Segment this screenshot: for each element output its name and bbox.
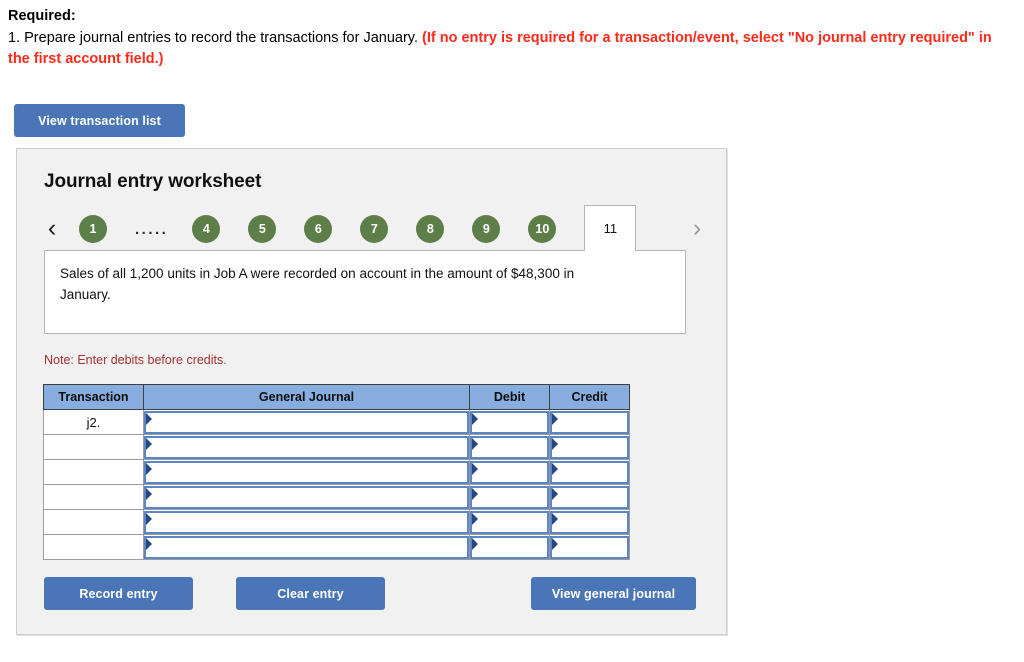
transaction-label: j2. bbox=[43, 409, 144, 435]
general-journal-input[interactable] bbox=[143, 409, 470, 435]
general-journal-input[interactable] bbox=[143, 509, 470, 535]
account-dropdown-field[interactable] bbox=[144, 435, 469, 459]
credit-amount-field[interactable] bbox=[550, 435, 629, 459]
credit-input[interactable] bbox=[549, 434, 630, 460]
credit-input[interactable] bbox=[549, 534, 630, 560]
worksheet-pagination: ‹ 1 ..... 4 5 6 7 8 9 10 11 › bbox=[39, 205, 711, 251]
credit-input[interactable] bbox=[549, 484, 630, 510]
general-journal-input[interactable] bbox=[143, 459, 470, 485]
transaction-label bbox=[43, 459, 144, 485]
journal-entry-table: Transaction General Journal Debit Credit… bbox=[43, 384, 630, 560]
pagination-page-5[interactable]: 5 bbox=[248, 215, 277, 243]
chevron-right-icon[interactable]: › bbox=[684, 213, 710, 243]
debit-input[interactable] bbox=[469, 484, 550, 510]
account-dropdown-field[interactable] bbox=[144, 485, 469, 509]
credit-amount-field[interactable] bbox=[550, 485, 629, 509]
table-row bbox=[43, 534, 630, 560]
debit-amount-field[interactable] bbox=[470, 435, 549, 459]
debit-amount-field[interactable] bbox=[470, 535, 549, 559]
debit-input[interactable] bbox=[469, 509, 550, 535]
table-row bbox=[43, 459, 630, 485]
transaction-description-text: Sales of all 1,200 units in Job A were r… bbox=[60, 266, 575, 302]
column-header-general-journal: General Journal bbox=[143, 384, 470, 410]
account-dropdown-field[interactable] bbox=[144, 535, 469, 559]
debit-amount-field[interactable] bbox=[470, 410, 549, 434]
required-item-text: Prepare journal entries to record the tr… bbox=[24, 30, 418, 46]
pagination-page-8[interactable]: 8 bbox=[416, 215, 445, 243]
general-journal-input[interactable] bbox=[143, 484, 470, 510]
required-item: 1. Prepare journal entries to record the… bbox=[8, 28, 1008, 70]
debits-before-credits-note: Note: Enter debits before credits. bbox=[44, 353, 227, 367]
credit-input[interactable] bbox=[549, 509, 630, 535]
journal-entry-worksheet-panel: Journal entry worksheet ‹ 1 ..... 4 5 6 … bbox=[16, 148, 727, 635]
debit-input[interactable] bbox=[469, 459, 550, 485]
pagination-page-6[interactable]: 6 bbox=[304, 215, 333, 243]
transaction-label bbox=[43, 509, 144, 535]
debit-amount-field[interactable] bbox=[470, 485, 549, 509]
record-entry-button[interactable]: Record entry bbox=[44, 577, 193, 610]
pagination-page-1[interactable]: 1 bbox=[79, 215, 107, 243]
account-dropdown-field[interactable] bbox=[144, 410, 469, 434]
clear-entry-button[interactable]: Clear entry bbox=[236, 577, 385, 610]
general-journal-input[interactable] bbox=[143, 534, 470, 560]
pagination-ellipsis: ..... bbox=[135, 220, 169, 238]
credit-amount-field[interactable] bbox=[550, 510, 629, 534]
transaction-label bbox=[43, 434, 144, 460]
view-general-journal-button[interactable]: View general journal bbox=[531, 577, 696, 610]
page-root: Required: 1. Prepare journal entries to … bbox=[0, 0, 1024, 662]
chevron-left-icon[interactable]: ‹ bbox=[39, 213, 65, 243]
table-row bbox=[43, 484, 630, 510]
debit-input[interactable] bbox=[469, 409, 550, 435]
credit-amount-field[interactable] bbox=[550, 460, 629, 484]
table-row: j2. bbox=[43, 409, 630, 435]
transaction-label bbox=[43, 534, 144, 560]
transaction-label bbox=[43, 484, 144, 510]
debit-amount-field[interactable] bbox=[470, 510, 549, 534]
transaction-description-box: Sales of all 1,200 units in Job A were r… bbox=[44, 250, 686, 334]
view-transaction-list-button[interactable]: View transaction list bbox=[14, 104, 185, 137]
required-heading: Required: bbox=[8, 8, 76, 24]
debit-input[interactable] bbox=[469, 434, 550, 460]
table-header-row: Transaction General Journal Debit Credit bbox=[43, 384, 630, 410]
debit-amount-field[interactable] bbox=[470, 460, 549, 484]
pagination-items: 1 ..... 4 5 6 7 8 9 10 11 bbox=[79, 205, 637, 251]
debit-input[interactable] bbox=[469, 534, 550, 560]
pagination-page-4[interactable]: 4 bbox=[192, 215, 221, 243]
pagination-page-9[interactable]: 9 bbox=[472, 215, 501, 243]
credit-amount-field[interactable] bbox=[550, 535, 629, 559]
worksheet-title: Journal entry worksheet bbox=[44, 171, 262, 192]
table-row bbox=[43, 509, 630, 535]
column-header-transaction: Transaction bbox=[43, 384, 144, 410]
required-instructions: Required: 1. Prepare journal entries to … bbox=[8, 6, 1008, 70]
account-dropdown-field[interactable] bbox=[144, 510, 469, 534]
pagination-page-current[interactable]: 11 bbox=[584, 205, 637, 251]
general-journal-input[interactable] bbox=[143, 434, 470, 460]
credit-input[interactable] bbox=[549, 409, 630, 435]
table-row bbox=[43, 434, 630, 460]
pagination-page-7[interactable]: 7 bbox=[360, 215, 389, 243]
column-header-credit: Credit bbox=[549, 384, 630, 410]
required-item-number: 1. bbox=[8, 30, 21, 46]
account-dropdown-field[interactable] bbox=[144, 460, 469, 484]
credit-amount-field[interactable] bbox=[550, 410, 629, 434]
credit-input[interactable] bbox=[549, 459, 630, 485]
column-header-debit: Debit bbox=[469, 384, 550, 410]
pagination-page-10[interactable]: 10 bbox=[528, 215, 557, 243]
